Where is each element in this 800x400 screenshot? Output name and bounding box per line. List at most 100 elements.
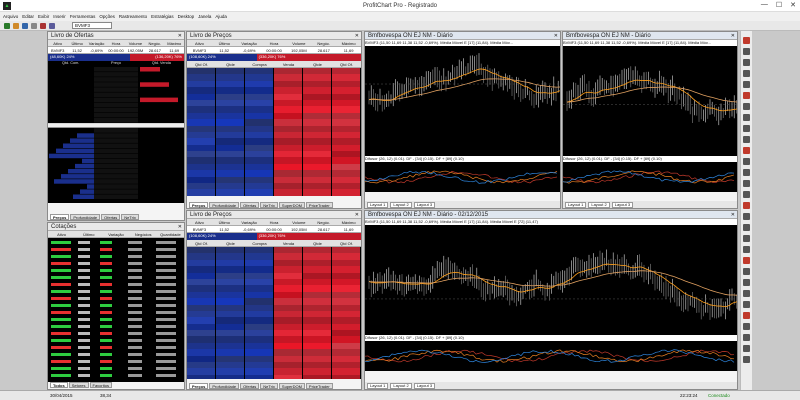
close-icon[interactable]: ✕ [355,212,361,218]
quote-symbol-mark[interactable] [51,367,71,370]
minimize-button[interactable]: — [761,1,768,9]
quote-symbol-mark[interactable] [51,304,71,307]
menu-item[interactable]: Exibir [38,14,49,19]
tab-preços[interactable]: Preços [189,383,209,389]
drawing-tool-icon[interactable] [743,103,750,110]
maximize-button[interactable]: ☐ [776,1,782,9]
layout-tab[interactable]: Layout 3 [413,382,436,389]
quote-symbol-mark[interactable] [51,353,71,356]
quote-symbol-mark[interactable] [51,290,71,293]
layout-tab[interactable]: Layout 1 [367,201,389,208]
tab-profundidade[interactable]: Profundidade [209,383,240,389]
menu-item[interactable]: Janela [198,14,211,19]
quote-symbol-mark[interactable] [51,255,71,258]
drawing-tool-icon[interactable] [743,224,750,231]
quote-symbol-mark[interactable] [51,339,71,342]
drawing-tool-icon[interactable] [743,125,750,132]
ticker-input[interactable]: BVMF3 [72,22,112,29]
quote-symbol-mark[interactable] [51,346,71,349]
drawing-tool-icon[interactable] [743,345,750,352]
drawing-tool-icon[interactable] [743,334,750,341]
close-icon[interactable]: ✕ [731,33,737,39]
drawing-tool-icon[interactable] [743,37,750,44]
tab-pricetrader[interactable]: PriceTrader [305,383,333,389]
new-icon[interactable] [4,22,10,29]
tab-ofertas[interactable]: Ofertas [101,214,121,220]
layout-tab[interactable]: Layout 1 [565,201,587,208]
layout-tab[interactable]: Layout 2 [588,201,610,208]
menu-item[interactable]: Opções [99,14,115,19]
layout-tab[interactable]: Layout 3 [611,201,634,208]
drawing-tool-icon[interactable] [743,59,750,66]
drawing-tool-icon[interactable] [743,191,750,198]
close-icon[interactable]: ✕ [178,224,184,230]
tab-netrix[interactable]: NeTrix [260,202,278,208]
quote-symbol-mark[interactable] [51,374,71,377]
book-row[interactable] [187,374,361,379]
quote-symbol-mark[interactable] [51,262,71,265]
layout-tab[interactable]: Layout 1 [367,382,389,389]
quote-symbol-mark[interactable] [51,276,71,279]
drawing-tool-icon[interactable] [743,323,750,330]
tab-superdom[interactable]: SuperDOM [278,202,305,208]
print-icon[interactable] [31,22,37,29]
drawing-tool-icon[interactable] [743,92,750,99]
save-icon[interactable] [22,22,28,29]
menu-item[interactable]: Estratégias [151,14,174,19]
tab-ofertas[interactable]: Ofertas [240,202,260,208]
drawing-tool-icon[interactable] [743,158,750,165]
quote-symbol-mark[interactable] [51,248,71,251]
menu-item[interactable]: Rastreamento [119,14,147,19]
layout-tab[interactable]: Layout 3 [413,201,436,208]
drawing-tool-icon[interactable] [743,257,750,264]
drawing-tool-icon[interactable] [743,180,750,187]
chart-icon[interactable] [49,22,55,29]
chart2-osc-area[interactable] [562,162,737,192]
close-icon[interactable]: ✕ [731,212,737,218]
menu-item[interactable]: Inserir [53,14,66,19]
chart2-price-area[interactable] [563,46,739,156]
drawing-tool-icon[interactable] [743,169,750,176]
layout-tab[interactable]: Layout 2 [390,201,412,208]
alert-icon[interactable] [40,22,46,29]
quote-symbol-mark[interactable] [51,318,71,321]
menu-item[interactable]: Ajuda [215,14,227,19]
close-button[interactable]: ✕ [790,1,796,9]
close-icon[interactable]: ✕ [355,33,361,39]
open-icon[interactable] [13,22,19,29]
drawing-tool-icon[interactable] [743,114,750,121]
layout-tab[interactable]: Layout 2 [390,382,412,389]
tab-todos[interactable]: Todos [50,382,68,388]
quote-symbol-mark[interactable] [51,241,71,244]
quote-symbol-mark[interactable] [51,283,71,286]
menu-item[interactable]: Arquivo [3,14,18,19]
quote-symbol-mark[interactable] [51,311,71,314]
tab-netrix[interactable]: NeTrix [121,214,139,220]
chart3-price-area[interactable] [365,225,739,335]
tab-superdom[interactable]: SuperDOM [278,383,305,389]
tab-profundidade[interactable]: Profundidade [70,214,101,220]
quote-symbol-mark[interactable] [51,297,71,300]
chart1-price-area[interactable] [365,46,561,156]
chart3-osc-area[interactable] [364,341,737,371]
drawing-tool-icon[interactable] [743,268,750,275]
quote-symbol-mark[interactable] [51,332,71,335]
tab-ofertas[interactable]: Ofertas [240,383,260,389]
close-icon[interactable]: ✕ [178,33,184,39]
drawing-tool-icon[interactable] [743,290,750,297]
quote-symbol-mark[interactable] [51,360,71,363]
tab-netrix[interactable]: NeTrix [260,383,278,389]
menu-item[interactable]: Desktop [178,14,195,19]
menu-item[interactable]: Editar [22,14,34,19]
drawing-tool-icon[interactable] [743,81,750,88]
drawing-tool-icon[interactable] [743,213,750,220]
drawing-tool-icon[interactable] [743,246,750,253]
tab-favoritos[interactable]: Favoritos [89,382,112,388]
quote-symbol-mark[interactable] [51,269,71,272]
tab-profundidade[interactable]: Profundidade [209,202,240,208]
drawing-tool-icon[interactable] [743,301,750,308]
tab-preços[interactable]: Preços [50,214,70,220]
drawing-tool-icon[interactable] [743,147,750,154]
drawing-tool-icon[interactable] [743,202,750,209]
drawing-tool-icon[interactable] [743,70,750,77]
